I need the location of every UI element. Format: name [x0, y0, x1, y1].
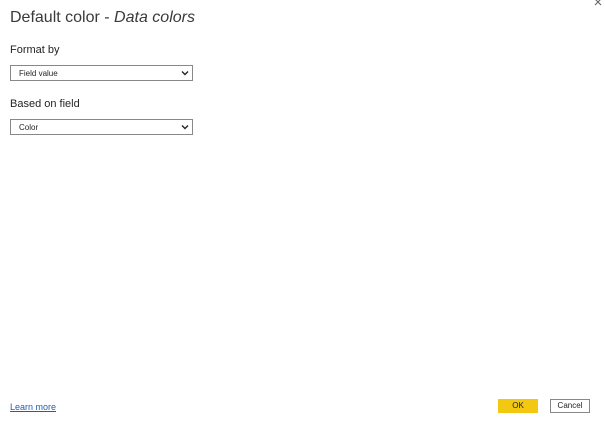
dialog-subtitle: Data colors: [114, 9, 195, 26]
data-colors-dialog: Default color - Data colors Format by Fi…: [0, 0, 605, 427]
based-on-field-label: Based on field: [10, 98, 80, 110]
format-by-dropdown[interactable]: Field value: [10, 65, 193, 81]
chevron-down-icon: [181, 125, 189, 130]
chevron-down-icon: [181, 71, 189, 76]
based-on-field-dropdown[interactable]: Color: [10, 119, 193, 135]
format-by-label: Format by: [10, 44, 60, 56]
close-icon: [594, 0, 602, 6]
learn-more-link[interactable]: Learn more: [10, 402, 56, 412]
dialog-title-separator: -: [99, 9, 115, 26]
ok-button[interactable]: OK: [498, 399, 538, 413]
cancel-button[interactable]: Cancel: [550, 399, 590, 413]
based-on-field-selected-value: Color: [19, 123, 39, 132]
dialog-title-main: Default color: [10, 9, 100, 26]
dialog-title: Default color - Data colors: [10, 9, 195, 27]
format-by-selected-value: Field value: [19, 69, 58, 78]
close-button[interactable]: [593, 0, 603, 8]
